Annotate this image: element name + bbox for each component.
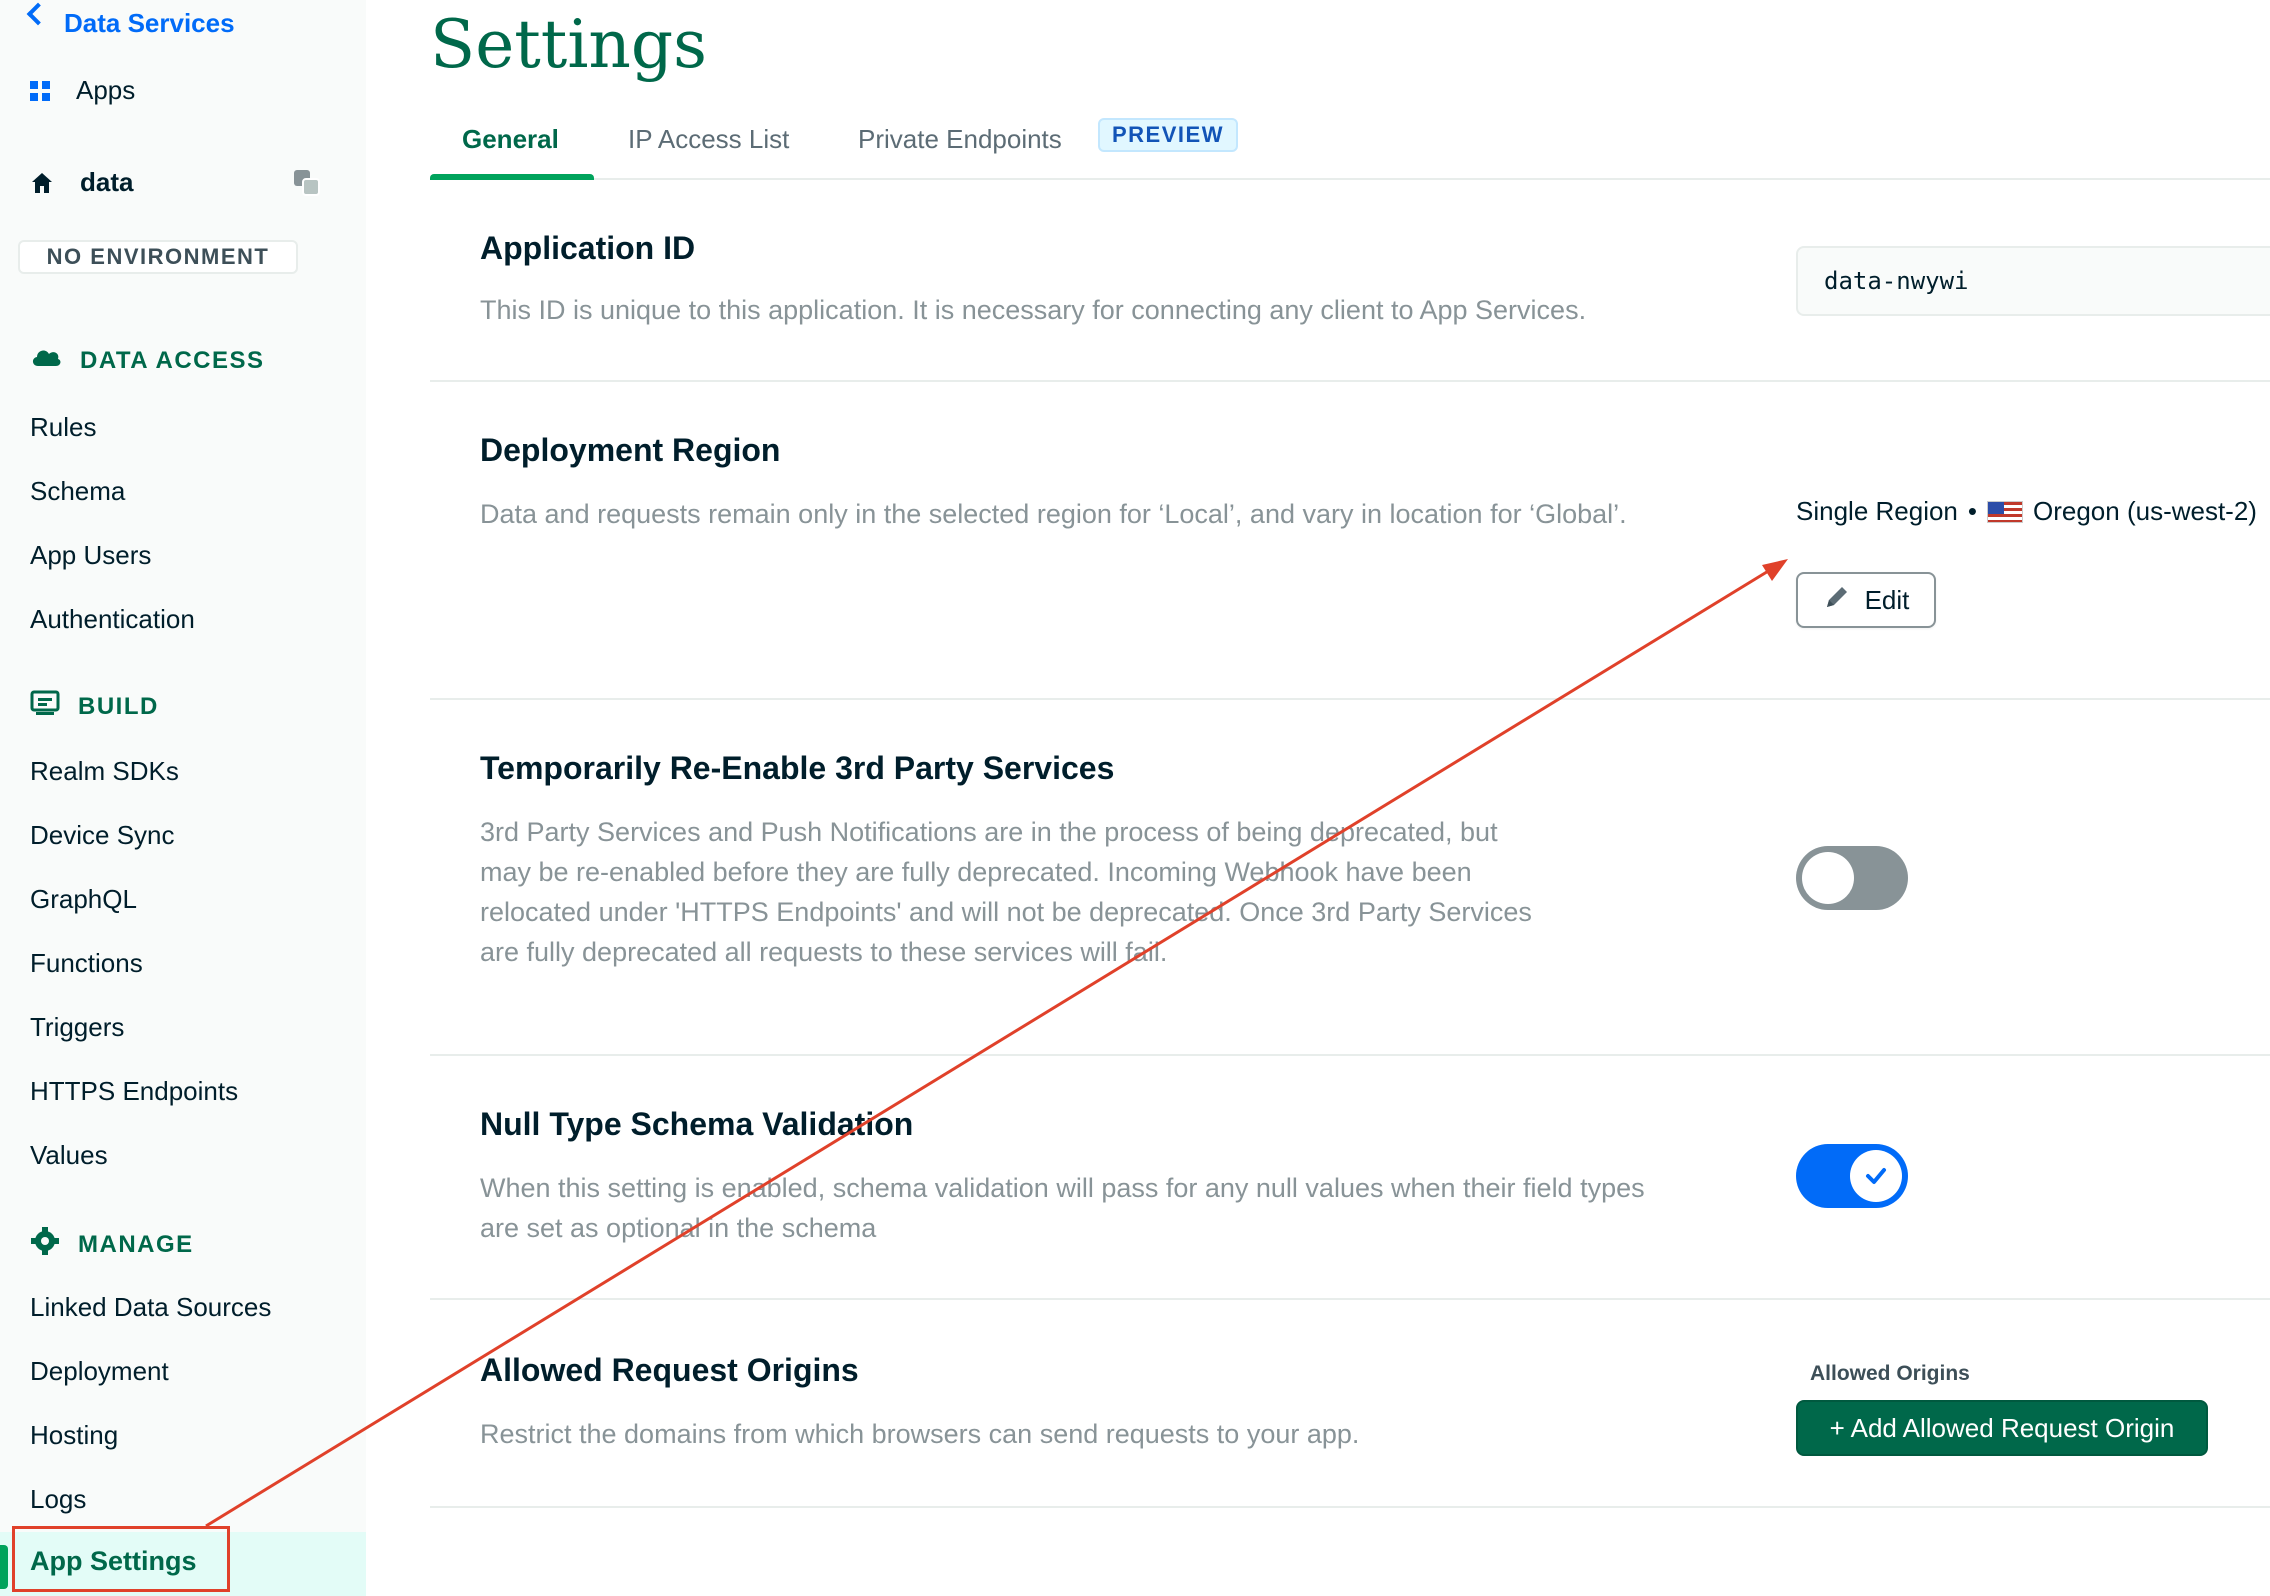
sidebar-item-linked-data-sources[interactable]: Linked Data Sources bbox=[30, 1292, 271, 1323]
active-indicator bbox=[0, 1545, 8, 1589]
sidebar: Data Services Apps data NO ENVIRONMENT D… bbox=[0, 0, 366, 1596]
section-title: MANAGE bbox=[78, 1230, 194, 1258]
null-type-description: When this setting is enabled, schema val… bbox=[480, 1168, 1645, 1248]
sidebar-item-functions[interactable]: Functions bbox=[30, 948, 143, 979]
sidebar-item-triggers[interactable]: Triggers bbox=[30, 1012, 124, 1043]
sidebar-item-realm-sdks[interactable]: Realm SDKs bbox=[30, 756, 179, 787]
section-data-access: DATA ACCESS bbox=[30, 346, 265, 375]
annotation-highlight-box bbox=[12, 1526, 230, 1592]
sidebar-item-app-home[interactable]: data bbox=[30, 167, 133, 198]
section-divider bbox=[430, 380, 2270, 382]
copy-icon[interactable] bbox=[292, 168, 322, 203]
toggle-knob bbox=[1850, 1150, 1902, 1202]
add-allowed-origin-button[interactable]: + Add Allowed Request Origin bbox=[1796, 1400, 2208, 1456]
deployment-region-value: Single Region • Oregon (us-west-2) bbox=[1796, 496, 2257, 527]
gear-icon bbox=[30, 1226, 60, 1263]
allowed-origins-description: Restrict the domains from which browsers… bbox=[480, 1419, 1360, 1449]
application-id-title: Application ID bbox=[480, 230, 696, 266]
sidebar-item-graphql[interactable]: GraphQL bbox=[30, 884, 137, 915]
sidebar-item-apps[interactable]: Apps bbox=[30, 75, 135, 106]
build-icon bbox=[30, 690, 60, 723]
sidebar-item-app-users[interactable]: App Users bbox=[30, 540, 151, 571]
sidebar-item-logs[interactable]: Logs bbox=[30, 1484, 86, 1515]
back-to-data-services-link[interactable]: Data Services bbox=[26, 2, 235, 39]
section-title: DATA ACCESS bbox=[80, 346, 265, 374]
sidebar-item-values[interactable]: Values bbox=[30, 1140, 108, 1171]
section-divider bbox=[430, 1054, 2270, 1056]
description-line: 3rd Party Services and Push Notification… bbox=[480, 817, 1498, 847]
section-manage: MANAGE bbox=[30, 1226, 194, 1263]
sidebar-item-hosting[interactable]: Hosting bbox=[30, 1420, 118, 1451]
preview-badge: PREVIEW bbox=[1098, 118, 1238, 152]
active-tab-underline bbox=[430, 174, 594, 180]
section-divider bbox=[430, 698, 2270, 700]
third-party-services-toggle[interactable] bbox=[1796, 846, 1908, 910]
back-link-label: Data Services bbox=[64, 8, 235, 38]
cloud-icon bbox=[30, 346, 62, 375]
section-divider bbox=[430, 1506, 2270, 1508]
third-party-title: Temporarily Re-Enable 3rd Party Services bbox=[480, 750, 1115, 786]
null-type-title: Null Type Schema Validation bbox=[480, 1106, 914, 1142]
sidebar-item-authentication[interactable]: Authentication bbox=[30, 604, 195, 635]
page-title: Settings bbox=[430, 6, 708, 83]
description-line: may be re-enabled before they are fully … bbox=[480, 857, 1472, 887]
description-line: are fully deprecated all requests to the… bbox=[480, 937, 1168, 967]
sidebar-item-deployment[interactable]: Deployment bbox=[30, 1356, 169, 1387]
tab-general[interactable]: General bbox=[462, 124, 559, 155]
tab-ip-access-list[interactable]: IP Access List bbox=[628, 124, 789, 155]
section-build: BUILD bbox=[30, 690, 159, 723]
third-party-description: 3rd Party Services and Push Notification… bbox=[480, 812, 1532, 972]
edit-button-label: Edit bbox=[1864, 584, 1910, 615]
environment-badge[interactable]: NO ENVIRONMENT bbox=[18, 240, 298, 274]
pencil-icon bbox=[1823, 583, 1851, 618]
deployment-region-description: Data and requests remain only in the sel… bbox=[480, 499, 1627, 529]
sidebar-item-label: Apps bbox=[76, 75, 136, 105]
tab-private-endpoints[interactable]: Private Endpoints bbox=[858, 124, 1062, 155]
section-divider bbox=[430, 1298, 2270, 1300]
toggle-knob bbox=[1802, 852, 1854, 904]
description-line: relocated under 'HTTPS Endpoints' and wi… bbox=[480, 897, 1532, 927]
sidebar-item-schema[interactable]: Schema bbox=[30, 476, 125, 507]
section-title: BUILD bbox=[78, 692, 159, 720]
app-name: data bbox=[80, 167, 134, 197]
region-separator: • bbox=[1967, 496, 1977, 526]
region-mode: Single Region bbox=[1796, 496, 1958, 526]
allowed-origins-title: Allowed Request Origins bbox=[480, 1352, 859, 1388]
null-type-validation-toggle[interactable] bbox=[1796, 1144, 1908, 1208]
application-id-field[interactable]: data-nwywi bbox=[1796, 246, 2270, 316]
sidebar-item-device-sync[interactable]: Device Sync bbox=[30, 820, 175, 851]
settings-tabs: General IP Access List Private Endpoints… bbox=[430, 118, 2270, 180]
sidebar-item-rules[interactable]: Rules bbox=[30, 412, 96, 443]
sidebar-item-https-endpoints[interactable]: HTTPS Endpoints bbox=[30, 1076, 238, 1107]
us-flag-icon bbox=[1987, 500, 2023, 523]
application-id-description: This ID is unique to this application. I… bbox=[480, 295, 1587, 325]
edit-region-button[interactable]: Edit bbox=[1796, 572, 1936, 628]
description-line: When this setting is enabled, schema val… bbox=[480, 1173, 1645, 1203]
allowed-origins-list-label: Allowed Origins bbox=[1810, 1362, 1970, 1385]
home-icon bbox=[30, 171, 54, 195]
chevron-left-icon bbox=[26, 2, 50, 25]
description-line: are set as optional in the schema bbox=[480, 1213, 877, 1243]
checkmark-icon bbox=[1866, 1168, 1886, 1184]
deployment-region-title: Deployment Region bbox=[480, 432, 781, 468]
region-name: Oregon (us-west-2) bbox=[2033, 496, 2257, 526]
apps-grid-icon bbox=[30, 80, 50, 101]
